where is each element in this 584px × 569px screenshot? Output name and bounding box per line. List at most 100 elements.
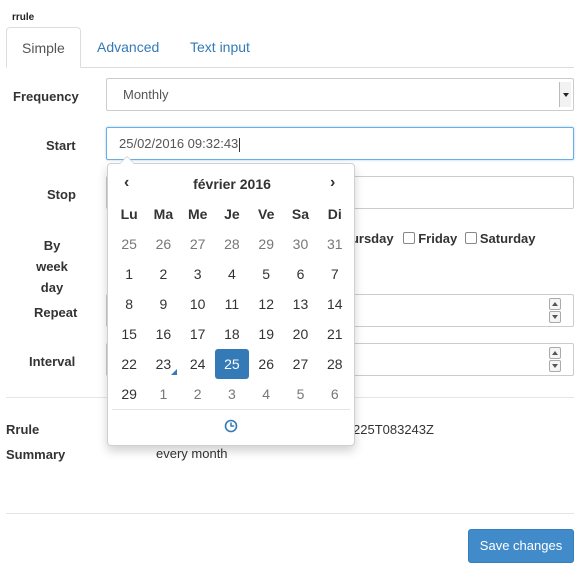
repeat-label: Repeat <box>34 305 78 320</box>
saturday-label: Saturday <box>479 231 536 246</box>
calendar-day[interactable]: 2 <box>146 259 180 289</box>
calendar-day[interactable]: 15 <box>112 319 146 349</box>
calendar-day[interactable]: 10 <box>181 289 215 319</box>
calendar-day[interactable]: 13 <box>283 289 317 319</box>
calendar-day[interactable]: 5 <box>283 379 317 409</box>
interval-decrement-icon[interactable] <box>549 360 561 372</box>
calendar-day[interactable]: 14 <box>318 289 352 319</box>
interval-increment-icon[interactable] <box>549 347 561 359</box>
calendar-day[interactable]: 29 <box>249 229 283 259</box>
picker-pointer-inner <box>120 157 134 164</box>
calendar-day[interactable]: 4 <box>249 379 283 409</box>
calendar-day[interactable]: 29 <box>112 379 146 409</box>
calendar-day[interactable]: 16 <box>146 319 180 349</box>
calendar-day[interactable]: 17 <box>181 319 215 349</box>
calendar-week-row: 1234567 <box>112 259 352 289</box>
calendar-week-row: 8 9 10 11 12 13 14 <box>112 289 352 319</box>
calendar-day[interactable]: 19 <box>249 319 283 349</box>
calendar-day[interactable]: 1 <box>146 379 180 409</box>
by-week-day-label-line2: day <box>40 280 64 295</box>
calendar-day[interactable]: 3 <box>181 259 215 289</box>
frequency-select[interactable]: Monthly <box>106 78 574 111</box>
calendar-day[interactable]: 21 <box>318 319 352 349</box>
tab-simple[interactable]: Simple <box>6 27 81 68</box>
repeat-spinner[interactable] <box>549 298 561 324</box>
clock-icon[interactable] <box>224 419 238 433</box>
weekday-header: Ma <box>153 206 174 222</box>
calendar-day[interactable]: 31 <box>318 229 352 259</box>
calendar-week-row: 22 23 24 25 26 27 28 <box>112 349 352 379</box>
start-label: Start <box>46 138 76 153</box>
weekday-header-row: Lu Ma Me Je Ve Sa Di <box>112 199 352 229</box>
calendar-week-row: 15 16 17 18 19 20 21 <box>112 319 352 349</box>
calendar-day[interactable]: 3 <box>215 379 249 409</box>
calendar-day[interactable]: 6 <box>283 259 317 289</box>
rrule-value: 225T083243Z <box>353 422 434 437</box>
calendar-week-row: 25 26 27 28 29 30 31 <box>112 229 352 259</box>
calendar-day[interactable]: 26 <box>146 229 180 259</box>
calendar-day[interactable]: 1 <box>112 259 146 289</box>
tab-text-input[interactable]: Text input <box>175 27 265 68</box>
calendar-day[interactable]: 25 <box>112 229 146 259</box>
saturday-checkbox[interactable] <box>464 232 477 244</box>
weekday-header: Di <box>327 206 342 222</box>
calendar-day[interactable]: 4 <box>215 259 249 289</box>
repeat-increment-icon[interactable] <box>549 298 561 310</box>
calendar-day[interactable]: 5 <box>249 259 283 289</box>
page-title: rrule <box>12 12 35 23</box>
calendar-day[interactable]: 2 <box>181 379 215 409</box>
calendar-day[interactable]: 27 <box>181 229 215 259</box>
friday-label: Friday <box>418 231 458 246</box>
weekday-header: Je <box>224 206 240 222</box>
tab-advanced[interactable]: Advanced <box>82 27 174 68</box>
calendar-day-selected[interactable]: 25 <box>214 349 250 379</box>
picker-divider <box>112 409 350 410</box>
weekday-header: Ve <box>258 206 275 222</box>
save-changes-button[interactable]: Save changes <box>468 529 574 563</box>
rrule-label: Rrule <box>6 422 40 437</box>
frequency-value: Monthly <box>123 87 169 102</box>
text-cursor <box>239 137 241 152</box>
calendar-day[interactable]: 20 <box>283 319 317 349</box>
month-title[interactable]: février 2016 <box>152 176 312 192</box>
summary-label: Summary <box>6 447 66 462</box>
calendar-day[interactable]: 24 <box>181 349 215 379</box>
prev-month-icon[interactable]: ‹ <box>124 174 129 192</box>
calendar-day[interactable]: 18 <box>215 319 249 349</box>
calendar-day[interactable]: 22 <box>112 349 146 379</box>
stop-label: Stop <box>47 187 76 202</box>
interval-spinner[interactable] <box>549 347 561 373</box>
calendar-day[interactable]: 11 <box>215 289 249 319</box>
weekday-header: Me <box>187 206 208 222</box>
calendar-day[interactable]: 12 <box>249 289 283 319</box>
calendar-day[interactable]: 23 <box>146 349 180 379</box>
friday-checkbox[interactable] <box>403 232 416 244</box>
summary-value: every month <box>156 446 228 461</box>
calendar-day[interactable]: 30 <box>283 229 317 259</box>
calendar-day[interactable]: 6 <box>318 379 352 409</box>
calendar-day[interactable]: 7 <box>318 259 352 289</box>
calendar-grid: Lu Ma Me Je Ve Sa Di 25 26 27 28 29 30 31 1 2 3 4 5 6 7 8 9 10 1… <box>112 199 352 409</box>
calendar-day[interactable]: 28 <box>215 229 249 259</box>
interval-label: Interval <box>29 354 76 369</box>
next-month-icon[interactable]: › <box>330 174 335 192</box>
calendar-day[interactable]: 8 <box>112 289 146 319</box>
start-input[interactable]: 25/02/2016 09:32:43 <box>106 127 574 160</box>
weekday-header: Sa <box>291 206 310 222</box>
weekday-header: Lu <box>120 206 138 222</box>
repeat-decrement-icon[interactable] <box>549 311 561 323</box>
calendar-day[interactable]: 27 <box>283 349 317 379</box>
calendar-day[interactable]: 9 <box>146 289 180 319</box>
chevron-down-icon[interactable] <box>559 82 571 107</box>
footer-divider <box>6 513 574 514</box>
calendar-week-row: 29 1 2 3 4 5 6 <box>112 379 352 409</box>
calendar-day[interactable]: 28 <box>318 349 352 379</box>
start-value: 25/02/2016 09:32:43 <box>119 136 239 151</box>
by-week-day-label: By week day <box>27 235 77 298</box>
weekday-checkboxes: hursday Friday Saturday <box>343 231 535 246</box>
frequency-label: Frequency <box>13 89 79 104</box>
by-week-day-label-line1: By week <box>36 238 68 274</box>
calendar-day[interactable]: 26 <box>249 349 283 379</box>
tab-bar: Simple Advanced Text input <box>6 27 574 68</box>
date-picker: ‹ février 2016 › Lu Ma Me Je Ve Sa Di 25 26 27 28 2… <box>107 156 355 446</box>
